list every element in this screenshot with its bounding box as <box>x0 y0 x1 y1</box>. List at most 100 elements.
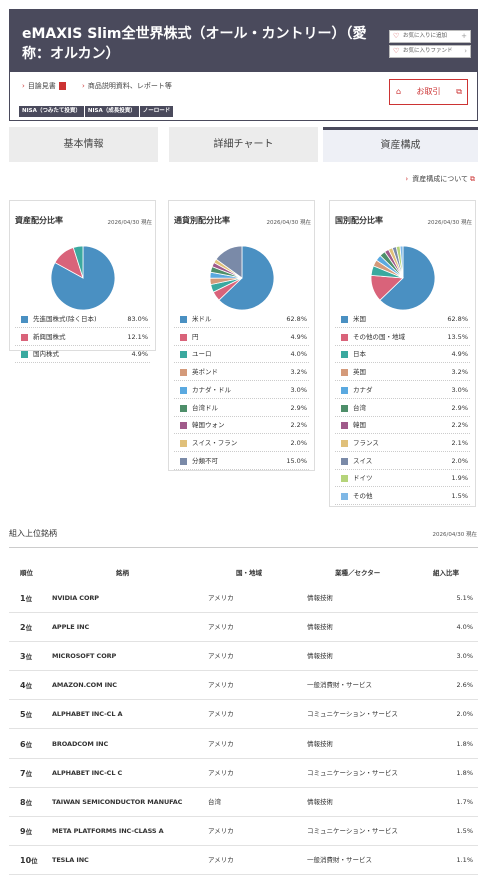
weight-cell: 1.8% <box>456 768 473 777</box>
table-row: 6位 BROADCOM INC アメリカ 情報技術 1.8% <box>9 730 478 759</box>
legend-value: 3.2% <box>451 368 468 377</box>
legend-label: その他の国・地域 <box>353 332 405 341</box>
legend-swatch <box>341 493 348 500</box>
legend-label: その他 <box>353 492 373 500</box>
legend-label: 英国 <box>353 368 366 377</box>
panel-date: 2026/04/30 現在 <box>266 220 311 226</box>
table-row: 4位 AMAZON.COM INC アメリカ 一般消費財・サービス 2.6% <box>9 671 478 701</box>
legend-item: 日本 4.9% <box>335 346 470 364</box>
table-row: 7位 ALPHABET INC-CL C アメリカ コミュニケーション・サービス 1.8… <box>9 759 478 788</box>
table-row: 3位 MICROSOFT CORP アメリカ 情報技術 3.0% <box>9 642 478 672</box>
reports-link[interactable]: › 商品説明資料、レポート等 <box>82 81 172 91</box>
holdings-table <box>9 547 478 548</box>
security-name: MICROSOFT CORP <box>52 652 117 661</box>
country-cell: アメリカ <box>208 652 234 661</box>
rank-suffix: 位 <box>25 595 33 603</box>
weight-cell: 2.0% <box>456 710 473 719</box>
rank-cell: 9位 <box>20 817 32 847</box>
sector-cell: コミュニケーション・サービス <box>307 768 398 777</box>
legend-label: フランス <box>353 438 379 447</box>
legend-item: 先進国株式(除く日本) 83.0% <box>15 311 150 328</box>
legend-value: 2.9% <box>451 403 468 412</box>
tab-asset-composition[interactable]: 資産構成 <box>323 127 478 162</box>
legend-label: 分類不可 <box>192 456 218 465</box>
header-country: 国・地域 <box>236 569 262 577</box>
sector-cell: 情報技術 <box>307 652 333 661</box>
rank-suffix: 位 <box>31 856 38 865</box>
weight-cell: 3.0% <box>456 652 473 661</box>
country-cell: アメリカ <box>208 739 234 748</box>
legend-value: 3.2% <box>290 368 307 377</box>
rank-cell: 8位 <box>20 788 32 818</box>
chevron-right-icon: › <box>464 47 467 55</box>
legend-value: 13.5% <box>447 332 468 341</box>
badge-nisa-growth: NISA（成長投資） <box>84 106 139 117</box>
trade-button-label: お取引 <box>416 87 441 96</box>
favorite-funds-button[interactable]: ♡ お気に入りファンド › <box>389 45 471 58</box>
rank-cell: 3位 <box>20 642 32 672</box>
sector-cell: 情報技術 <box>307 623 333 632</box>
weight-cell: 1.1% <box>456 855 473 864</box>
legend-swatch <box>341 439 348 447</box>
rank-cell: 6位 <box>20 730 32 760</box>
legend-label: 円 <box>192 332 199 341</box>
rank-suffix: 位 <box>25 827 33 836</box>
rank-suffix: 位 <box>25 624 33 633</box>
trade-button[interactable]: ⌂ お取引 ⧉ <box>389 79 468 105</box>
legend-item: カナダ・ドル 3.0% <box>174 382 309 399</box>
legend-item: 英国 3.2% <box>335 364 470 382</box>
legend-value: 4.9% <box>290 332 307 341</box>
rank-suffix: 位 <box>25 740 33 749</box>
prospectus-link[interactable]: › 目論見書 <box>22 81 66 91</box>
weight-cell: 1.5% <box>456 826 473 835</box>
rank-cell: 4位 <box>20 671 32 701</box>
legend-swatch <box>341 351 348 359</box>
legend-value: 62.8% <box>447 315 468 323</box>
security-name: ALPHABET INC-CL A <box>52 710 123 719</box>
security-name: TESLA INC <box>52 855 89 864</box>
heart-icon: ♡ <box>393 47 400 55</box>
legend-label: 韓国ウォン <box>192 421 225 430</box>
security-name: APPLE INC <box>52 623 90 632</box>
tab-basic-info[interactable]: 基本情報 <box>9 127 158 162</box>
sector-cell: 情報技術 <box>307 797 333 806</box>
legend-item: カナダ 3.0% <box>335 382 470 399</box>
about-asset-composition-link[interactable]: › 資産構成について ⧉ <box>405 174 475 184</box>
legend-item: 分類不可 15.0% <box>174 453 309 470</box>
legend-value: 3.0% <box>451 385 468 394</box>
badge-list: NISA（つみたて投資） NISA（成長投資） ノーロード <box>19 97 174 117</box>
legend-item: 円 4.9% <box>174 329 309 346</box>
currency-allocation-pie <box>209 245 275 311</box>
panel-title: 通貨別配分比率 <box>174 216 230 225</box>
legend-item: 台湾ドル 2.9% <box>174 400 309 417</box>
legend-swatch <box>180 386 187 394</box>
country-cell: アメリカ <box>208 826 234 835</box>
legend-swatch <box>341 475 348 483</box>
chevron-right-icon: › <box>82 82 85 90</box>
holdings-title: 組入上位銘柄 <box>9 529 57 538</box>
table-row: 1位 NVIDIA CORP アメリカ 情報技術 5.1% <box>9 584 478 613</box>
add-favorite-button[interactable]: ♡ お気に入りに追加 + <box>389 30 471 43</box>
add-favorite-label: お気に入りに追加 <box>403 33 448 39</box>
legend-swatch <box>21 333 28 341</box>
sector-cell: 一般消費財・サービス <box>307 681 372 690</box>
pdf-icon <box>58 82 66 90</box>
legend-item: その他 1.5% <box>335 488 470 505</box>
external-link-icon: ⧉ <box>456 87 462 96</box>
badge-no-load: ノーロード <box>139 106 174 117</box>
tab-detail-chart[interactable]: 詳細チャート <box>169 127 318 162</box>
legend-swatch <box>341 404 348 412</box>
weight-cell: 4.0% <box>456 623 473 632</box>
legend-swatch <box>341 316 348 323</box>
legend-item: スイス・フラン 2.0% <box>174 435 309 452</box>
legend-value: 4.0% <box>290 350 307 359</box>
panel-date: 2026/04/30 現在 <box>427 220 472 226</box>
panel-title: 国別配分比率 <box>335 216 383 225</box>
tab-bar: 基本情報 詳細チャート 資産構成 <box>9 127 478 162</box>
legend-swatch <box>180 439 187 447</box>
legend-value: 15.0% <box>286 456 307 465</box>
legend-item: ドイツ 1.9% <box>335 470 470 488</box>
legend-swatch <box>180 369 187 377</box>
legend-item: 台湾 2.9% <box>335 400 470 417</box>
legend-item: 新興国株式 12.1% <box>15 329 150 346</box>
